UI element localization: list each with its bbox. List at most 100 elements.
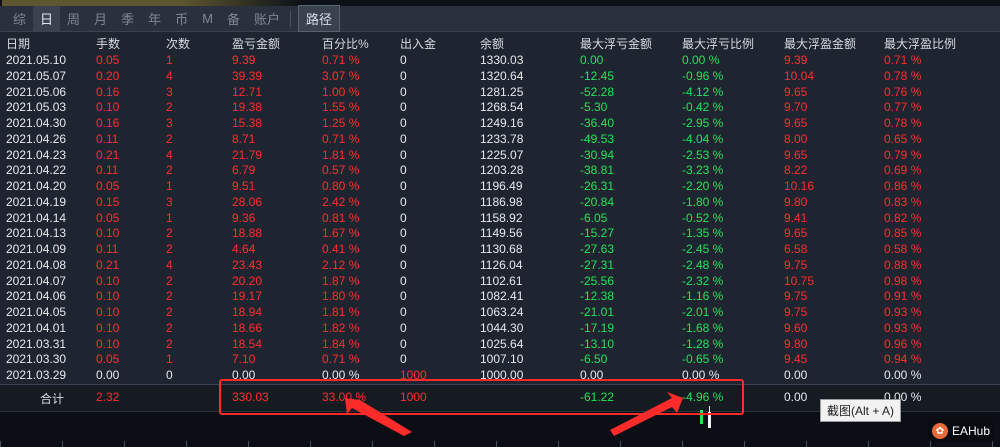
table-cell: 2	[166, 320, 173, 335]
table-cell: -13.10	[580, 336, 615, 351]
table-cell: -4.12 %	[682, 84, 724, 99]
table-row[interactable]: 2021.04.09 0.11 2 4.64 0.41 % 0 1130.68 -27.63 -…	[0, 242, 1000, 258]
table-cell: 1203.28	[480, 163, 524, 178]
table-row[interactable]: 2021.05.07 0.20 4 39.39 3.07 % 0 1320.64 -12.45…	[0, 69, 1000, 85]
table-row[interactable]: 2021.04.22 0.11 2 6.79 0.57 % 0 1203.28 -38.81 -…	[0, 163, 1000, 179]
table-cell: 0.69 %	[884, 163, 922, 178]
table-cell: 9.51	[232, 179, 256, 193]
table-cell: 0.21	[96, 147, 120, 162]
table-cell: 0	[400, 179, 407, 193]
table-cell: 0	[400, 273, 407, 288]
table-cell: 0.65 %	[884, 131, 922, 146]
table-row[interactable]: 2021.04.01 0.10 2 18.66 1.82 % 0 1044.30 -17.19…	[0, 321, 1000, 337]
table-cell: -6.50	[580, 352, 608, 367]
table-cell: 0	[400, 257, 407, 272]
table-row[interactable]: 2021.05.03 0.10 2 19.38 1.55 % 0 1268.54 -5.30 -…	[0, 100, 1000, 116]
table-cell: -1.28 %	[682, 336, 724, 351]
column-header[interactable]: 最大浮盈比例	[884, 36, 956, 53]
table-row[interactable]: 2021.03.31 0.10 2 18.54 1.84 % 0 1025.64 -13.10…	[0, 337, 1000, 353]
table-row[interactable]: 2021.04.19 0.15 3 28.06 2.42 % 0 1186.98 -20.84…	[0, 195, 1000, 211]
table-cell: 3.07 %	[322, 68, 360, 83]
column-header[interactable]: 最大浮亏比例	[682, 36, 754, 53]
tab-10[interactable]: 路径	[297, 5, 340, 32]
table-cell: 1	[166, 352, 173, 367]
table-row[interactable]: 2021.04.14 0.05 1 9.36 0.81 % 0 1158.92 -6.05 -0…	[0, 211, 1000, 227]
table-cell: 0.58 %	[884, 242, 922, 256]
table-cell: 2021.05.10	[6, 53, 67, 67]
table-row[interactable]: 2021.05.06 0.16 3 12.71 1.00 % 0 1281.25 -52.28…	[0, 85, 1000, 101]
table-cell: -27.63	[580, 242, 615, 256]
table-cell: 1130.68	[480, 242, 523, 256]
tab-5[interactable]: 年	[141, 6, 168, 31]
table-row[interactable]: 2021.03.30 0.05 1 7.10 0.71 % 0 1007.10 -6.50 -0…	[0, 352, 1000, 368]
tab-4[interactable]: 季	[114, 6, 141, 31]
table-cell: 0	[400, 194, 407, 209]
table-cell: 6.58	[784, 242, 808, 256]
table-cell: 0.05	[96, 53, 120, 67]
table-row[interactable]: 2021.04.26 0.11 2 8.71 0.71 % 0 1233.78 -49.53 -…	[0, 132, 1000, 148]
table-cell: 0	[400, 210, 407, 225]
table-cell: 2021.04.13	[6, 226, 67, 241]
table-cell: 2	[166, 242, 173, 256]
screenshot-tooltip: 截图(Alt + A)	[820, 399, 902, 422]
column-header[interactable]: 出入金	[400, 36, 436, 53]
table-cell: 0	[400, 53, 407, 67]
table-cell: 6.79	[232, 163, 256, 178]
table-cell: 9.80	[784, 194, 808, 209]
table-row[interactable]: 2021.04.08 0.21 4 23.43 2.12 % 0 1126.04 -27.31…	[0, 258, 1000, 274]
column-header[interactable]: 余额	[480, 36, 504, 53]
table-row[interactable]: 2021.04.05 0.10 2 18.94 1.81 % 0 1063.24 -21.01…	[0, 305, 1000, 321]
table-cell: -2.48 %	[682, 257, 724, 272]
column-header[interactable]: 日期	[6, 36, 30, 53]
table-cell: 2021.04.20	[6, 179, 67, 193]
table-cell: 0	[400, 226, 407, 241]
table-cell: 0.00	[580, 53, 604, 67]
table-cell: 1.84 %	[322, 336, 360, 351]
table-cell: 9.45	[784, 352, 808, 367]
table-cell: 9.60	[784, 320, 808, 335]
column-header[interactable]: 盈亏金额	[232, 36, 280, 53]
column-header[interactable]: 最大浮亏金额	[580, 36, 652, 53]
table-cell: -0.65 %	[682, 352, 724, 367]
tab-8[interactable]: 备	[220, 6, 247, 31]
table-cell: 19.38	[232, 100, 263, 115]
table-cell: 2021.04.06	[6, 289, 67, 304]
table-cell: 4	[166, 68, 173, 83]
tab-9[interactable]: 账户	[247, 6, 287, 31]
table-cell: 20.20	[232, 273, 263, 288]
table-cell: 0	[166, 368, 173, 382]
table-cell: 1.87 %	[322, 273, 360, 288]
table-cell: 2	[166, 273, 173, 288]
table-row[interactable]: 2021.04.07 0.10 2 20.20 1.87 % 0 1102.61 -25.56…	[0, 274, 1000, 290]
tab-3[interactable]: 月	[87, 6, 114, 31]
column-header[interactable]: 百分比%	[322, 36, 369, 53]
table-row[interactable]: 2021.04.30 0.16 3 15.38 1.25 % 0 1249.16 -36.40…	[0, 116, 1000, 132]
table-cell: 0.86 %	[884, 179, 922, 193]
table-cell: 0.71 %	[322, 53, 360, 67]
table-cell: 9.65	[784, 147, 808, 162]
table-row[interactable]: 2021.05.10 0.05 1 9.39 0.71 % 0 1330.03 0.00 0.0…	[0, 53, 1000, 69]
table-cell: 1186.98	[480, 194, 523, 209]
table-cell: 1007.10	[480, 352, 524, 367]
table-cell: -1.16 %	[682, 289, 724, 304]
table-row[interactable]: 2021.04.06 0.10 2 19.17 1.80 % 0 1082.41 -12.38…	[0, 289, 1000, 305]
table-cell: 28.06	[232, 194, 263, 209]
table-header-row: 日期 手数 次数 盈亏金额 百分比% 出入金 余额 最大浮亏金额 最大浮亏比例 最大浮盈金额 最大浮…	[0, 36, 1000, 53]
tab-6[interactable]: 币	[168, 6, 195, 31]
table-row[interactable]: 2021.04.23 0.21 4 21.79 1.81 % 0 1225.07 -30.94…	[0, 148, 1000, 164]
table-cell: 9.75	[784, 289, 808, 304]
tab-0[interactable]: 综	[6, 6, 33, 31]
table-cell: 1.25 %	[322, 116, 360, 130]
table-row[interactable]: 2021.04.20 0.05 1 9.51 0.80 % 0 1196.49 -26.31 -…	[0, 179, 1000, 195]
column-header[interactable]: 手数	[96, 36, 120, 53]
table-cell: 2	[166, 336, 173, 351]
column-header[interactable]: 最大浮盈金额	[784, 36, 856, 53]
tab-2[interactable]: 周	[60, 6, 87, 31]
tab-7[interactable]: M	[195, 8, 220, 29]
tab-1[interactable]: 日	[33, 6, 61, 31]
table-cell: 2021.04.30	[6, 116, 67, 130]
table-row[interactable]: 2021.04.13 0.10 2 18.88 1.67 % 0 1149.56 -15.27…	[0, 226, 1000, 242]
table-cell: 0.11	[96, 242, 119, 256]
table-cell: -0.52 %	[682, 210, 724, 225]
column-header[interactable]: 次数	[166, 36, 190, 53]
